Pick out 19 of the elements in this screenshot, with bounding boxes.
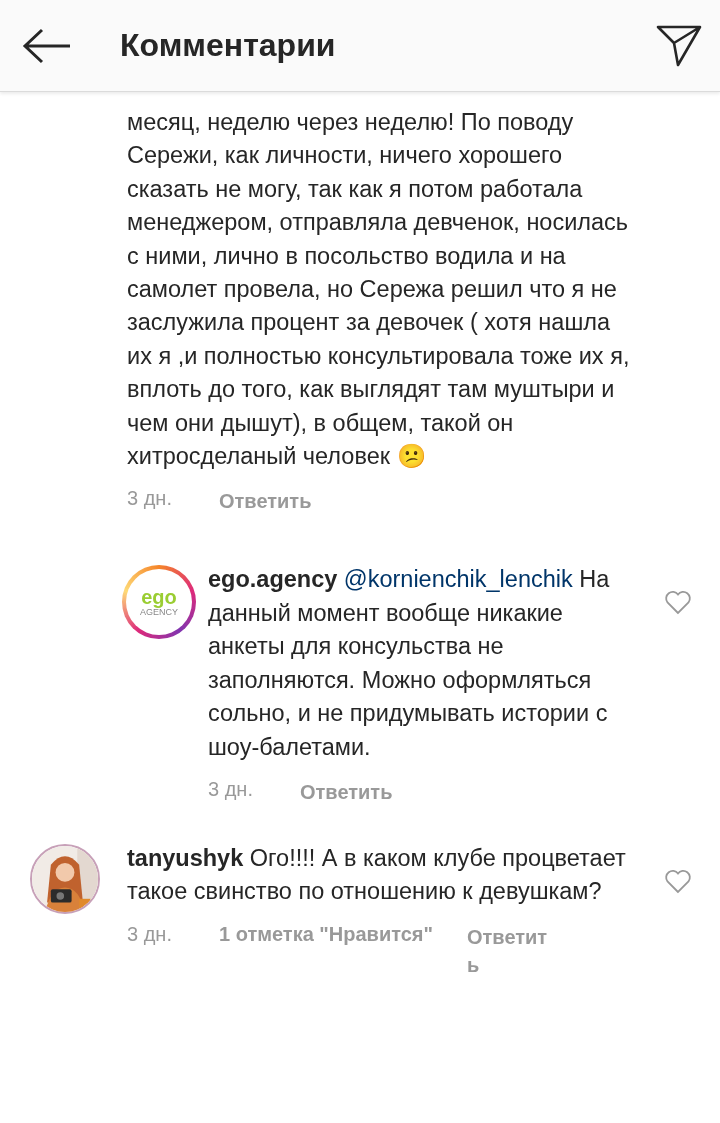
mention-link[interactable]: @kornienchik_lenchik xyxy=(343,566,573,593)
comment-text: tanyushyk Ого!!!! А в каком клубе процветает такое свинство по отношению к девушкам? xyxy=(127,843,627,907)
likes-link[interactable]: 1 отметка "Нравится" xyxy=(219,922,433,946)
comment-time: 3 дн. xyxy=(127,487,173,511)
reply-link[interactable]: Ответить xyxy=(467,922,551,979)
reply-link[interactable]: Ответить xyxy=(300,777,393,806)
send-icon[interactable] xyxy=(656,23,702,68)
comment-text: ego.agency @kornienchik_lenchik На данный момент вообще никакие анкеты для консульства не заполняются. Можно оформляться сольно, и не придумывать истории с шоу-балетами. xyxy=(208,565,611,762)
logo-text: ego xyxy=(141,587,177,608)
heart-icon[interactable] xyxy=(664,589,692,616)
heart-icon[interactable] xyxy=(664,867,692,894)
back-icon[interactable] xyxy=(22,27,72,64)
comment-time: 3 дн. xyxy=(208,777,254,801)
comment-text: месяц, неделю через неделю! По поводу Сережи, как личности, ничего хорошего сказать не могу, так как я потом работала менеджером, отправляла девченок, носилась с ними, лично в посольство водила и на самолет провела, но Сережа решил что я не заслужила процент за девочек ( хотя нашла их я ,и полностью консультировала тоже их я, вплоть до того, как выглядят там муштыри и чем они дышут), в общем, такой он хитросделаный человек 😕 xyxy=(127,108,631,472)
comment-time: 3 дн. xyxy=(127,922,173,946)
avatar-logo[interactable]: ego AGENCY xyxy=(122,565,196,640)
page-title: Комментарии xyxy=(120,27,337,64)
logo-subtext: AGENCY xyxy=(140,607,178,618)
reply-link[interactable]: Ответить xyxy=(219,487,312,516)
